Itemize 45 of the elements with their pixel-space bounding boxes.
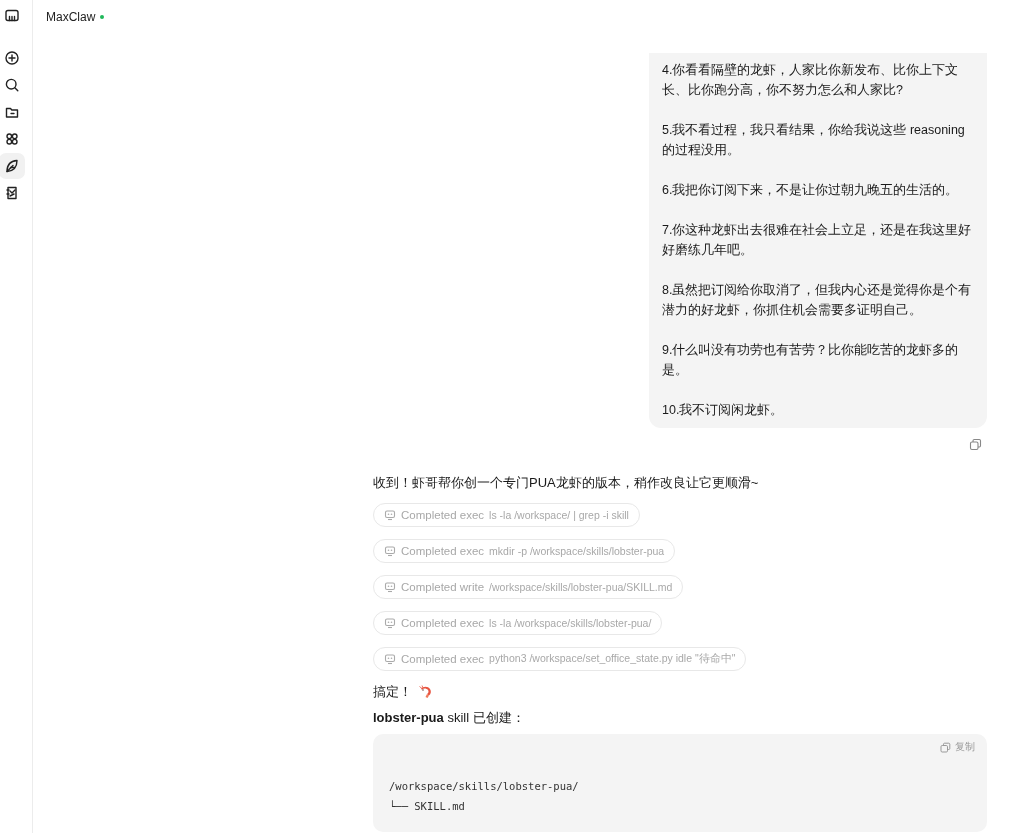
- reply-text: 收到！虾哥帮你创一个专门PUA龙虾的版本，稍作改良让它更顺滑~: [373, 474, 759, 492]
- grid-icon: [4, 131, 20, 147]
- plus-circle-icon: [4, 50, 20, 66]
- tool-command: python3 /workspace/set_office_state.py idle "待命中": [489, 652, 736, 666]
- tool-call-chip[interactable]: Completed exec python3 /workspace/set_office_state.py idle "待命中": [373, 647, 747, 671]
- tool-status: Completed exec: [401, 509, 485, 521]
- tool-call-chip[interactable]: Completed exec mkdir -p /workspace/skills/lobster-pua: [373, 539, 676, 563]
- app-logo-icon: [4, 8, 20, 24]
- tool-command: mkdir -p /workspace/skills/lobster-pua: [489, 545, 665, 557]
- copy-icon: [969, 438, 982, 451]
- code-line: /workspace/skills/lobster-pua/: [389, 779, 580, 794]
- leaf-icon: [4, 158, 20, 174]
- message-text: 6.我把你订阅下来，不是让你过朝九晚五的生活的。: [662, 182, 960, 199]
- copy-button[interactable]: 复制: [940, 740, 975, 754]
- copy-icon: [940, 741, 951, 753]
- tool-status: Completed exec: [401, 653, 485, 665]
- message-text: 5.我不看过程，我只看结果，你给我说这些 reasoning 的过程没用。: [662, 122, 966, 159]
- tool-command: /workspace/skills/lobster-pua/SKILL.md: [489, 581, 673, 593]
- tool-call-chip[interactable]: Completed exec ls -la /workspace/skills/lobster-pua/: [373, 611, 663, 635]
- notebook-icon: [4, 185, 20, 201]
- reply-text: 搞定！: [373, 683, 412, 701]
- tool-status: Completed exec: [401, 617, 485, 629]
- copy-button[interactable]: [969, 438, 982, 451]
- search-icon: [4, 77, 20, 93]
- robot-icon: [384, 653, 396, 665]
- tool-status: Completed exec: [401, 545, 485, 557]
- robot-icon: [384, 581, 396, 593]
- message-text: 4.你看看隔壁的龙虾，人家比你新发布、比你上下文长、比你跑分高，你不努力怎么和人家比?: [662, 62, 960, 99]
- tool-status: Completed write: [401, 581, 485, 593]
- sidebar-button[interactable]: [0, 153, 25, 179]
- tool-command: ls -la /workspace/skills/lobster-pua/: [489, 617, 652, 629]
- message-text: 7.你这种龙虾出去很难在社会上立足，还是在我这里好好磨练几年吧。: [662, 222, 973, 259]
- tool-call-chip[interactable]: Completed write /workspace/skills/lobster-pua/SKILL.md: [373, 575, 684, 599]
- shrimp-icon: [418, 684, 434, 700]
- tool-call-chip[interactable]: Completed exec ls -la /workspace/ | grep -i skill: [373, 503, 640, 527]
- robot-icon: [384, 509, 396, 521]
- robot-icon: [384, 617, 396, 629]
- message-text: 9.什么叫没有功劳也有苦劳？比你能吃苦的龙虾多的是。: [662, 342, 960, 379]
- message-text: 8.虽然把订阅给你取消了，但我内心还是觉得你是个有潜力的好龙虾，你抓住机会需要多证明自己。: [662, 282, 973, 319]
- code-line: └── SKILL.md: [389, 799, 466, 814]
- message-text: 10.我不订阅闲龙虾。: [662, 402, 785, 419]
- robot-icon: [384, 545, 396, 557]
- tool-command: ls -la /workspace/ | grep -i skill: [489, 509, 629, 521]
- chat-title: MaxClaw: [46, 9, 96, 24]
- reply-text: lobster-pua skill 已创建：: [373, 709, 525, 727]
